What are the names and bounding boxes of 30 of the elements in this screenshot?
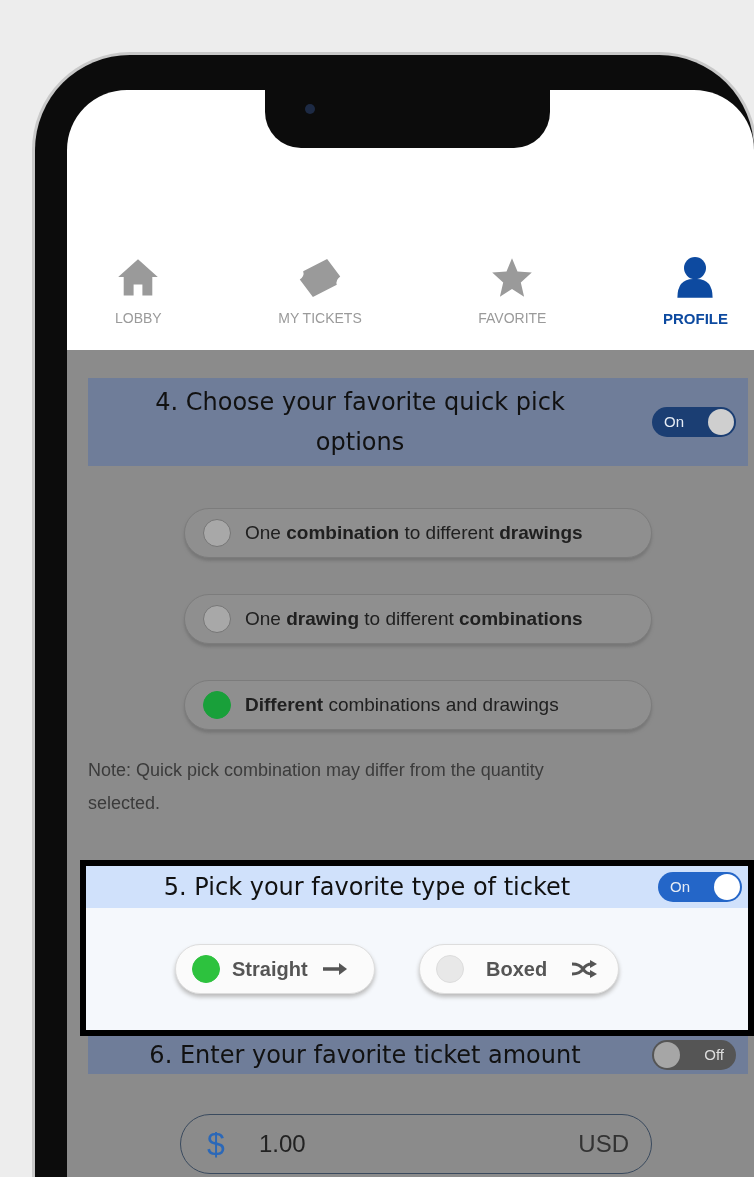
radio-button[interactable] xyxy=(192,955,220,983)
option-label: One combination to different drawings xyxy=(245,522,583,544)
radio-button[interactable] xyxy=(203,605,231,633)
ticket-type-button[interactable]: Boxed xyxy=(419,944,619,994)
option-button[interactable]: One combination to different drawings xyxy=(184,508,652,558)
ticket-icon xyxy=(297,256,342,300)
toggle-switch[interactable]: On xyxy=(652,407,736,437)
note-text: Note: Quick pick combination may differ from the quantity selected. xyxy=(88,759,545,815)
amount-value: 1.00 xyxy=(259,1130,307,1158)
toggle-switch[interactable]: Off xyxy=(652,1040,736,1070)
option-label: Straight xyxy=(232,957,308,981)
option-button[interactable]: Different combinations and drawings xyxy=(184,680,652,730)
section-title: 4. Choose your favorite quick pick options xyxy=(154,387,566,458)
camera-icon xyxy=(305,104,315,114)
radio-button[interactable] xyxy=(203,691,231,719)
section-title: 6. Enter your favorite ticket amount xyxy=(148,1040,582,1071)
option-label: One drawing to different combinations xyxy=(245,608,583,630)
option-label: Boxed xyxy=(486,957,548,981)
nav-tab[interactable]: FAVORITE xyxy=(478,250,547,350)
toggle-switch[interactable]: On xyxy=(658,872,742,902)
option-label: Different combinations and drawings xyxy=(245,694,559,716)
option-button[interactable]: One drawing to different combinations xyxy=(184,594,652,644)
currency-label: USD xyxy=(578,1130,629,1158)
dollar-sign: $ xyxy=(207,1125,226,1163)
radio-button[interactable] xyxy=(203,519,231,547)
ticket-type-button[interactable]: Straight xyxy=(175,944,375,994)
nav-tab[interactable]: PROFILE xyxy=(662,250,728,350)
section-title: 5. Pick your favorite type of ticket xyxy=(162,872,572,903)
nav-tab[interactable]: MY TICKETS xyxy=(278,250,362,350)
nav-tab[interactable]: LOBBY xyxy=(115,250,162,350)
